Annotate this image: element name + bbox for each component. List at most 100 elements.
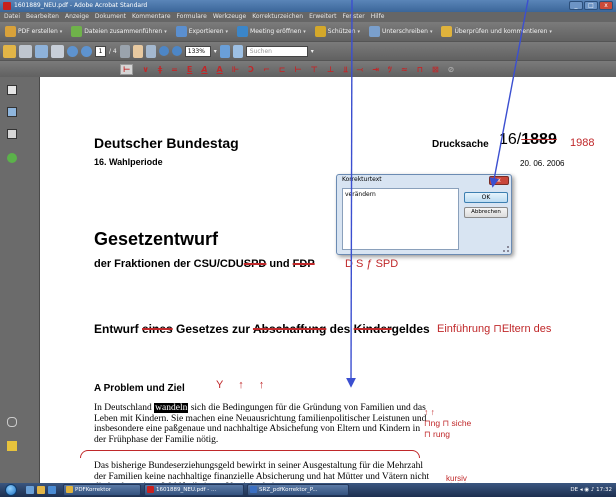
- proof-mark-hyphen[interactable]: =: [171, 65, 178, 74]
- proof-mark-transpose[interactable]: Ↄ: [248, 65, 254, 74]
- chevron-down-icon: ▾: [59, 28, 63, 35]
- previous-page-icon[interactable]: [67, 45, 78, 57]
- open-folder-icon[interactable]: [3, 44, 16, 58]
- page-number-input[interactable]: 1: [95, 45, 106, 57]
- proof-mark-join[interactable]: ⌐: [263, 65, 270, 74]
- proof-mark-move-left[interactable]: ⤙: [357, 65, 363, 75]
- dialog-close-button[interactable]: x: [489, 176, 509, 185]
- paragraph-2: Das bisherige Bundeserziehungsgeld bewir…: [94, 461, 430, 483]
- entwurf-line: Entwurf eines Gesetzes zur Abschaffung d…: [94, 322, 430, 336]
- lock-icon: [314, 26, 326, 37]
- protect-button[interactable]: Schützen ▾: [313, 24, 362, 39]
- paperclip-icon[interactable]: [7, 417, 17, 427]
- menu-fenster[interactable]: Fenster: [342, 12, 364, 22]
- menu-werkzeuge[interactable]: Werkzeuge: [213, 12, 246, 22]
- correction-drucksache: 1988: [570, 137, 595, 149]
- proof-mark-italic[interactable]: A: [201, 65, 207, 74]
- zoom-out-icon[interactable]: [158, 46, 169, 56]
- explorer-icon[interactable]: [37, 486, 45, 494]
- proof-mark-underline[interactable]: A: [217, 65, 223, 74]
- proof-mark-sort[interactable]: ﾂ: [388, 64, 392, 75]
- desktop-icon[interactable]: [26, 486, 34, 494]
- menu-hilfe[interactable]: Hilfe: [371, 12, 385, 22]
- election-period: 16. Wahlperiode: [94, 157, 163, 167]
- start-button[interactable]: [0, 483, 22, 497]
- email-icon[interactable]: [51, 44, 64, 58]
- proof-mark-align[interactable]: ⫫: [343, 65, 348, 75]
- menu-datei[interactable]: Datei: [4, 12, 20, 22]
- menu-kommentare[interactable]: Kommentare: [132, 12, 171, 22]
- pages-icon[interactable]: [7, 85, 17, 95]
- resize-grip[interactable]: [503, 246, 509, 252]
- fraktionen-prefix: der Fraktionen der CSU/CDU: [94, 258, 244, 270]
- export-button[interactable]: Exportieren ▾: [174, 24, 230, 39]
- taskbar-item-label: PDFKorrektor: [75, 487, 112, 493]
- chevron-down-icon[interactable]: ▾: [311, 48, 314, 55]
- signatures-icon[interactable]: [7, 129, 17, 139]
- search-input[interactable]: Suchen: [245, 45, 308, 57]
- proof-mark-delete[interactable]: ⊢: [120, 64, 134, 75]
- correction-text-input[interactable]: verändern: [342, 188, 459, 250]
- fit-width-icon[interactable]: [232, 44, 243, 58]
- taskbar-item-acrobat[interactable]: 1601889_NEU.pdf - ...: [144, 484, 244, 496]
- proof-mark-paragraph[interactable]: ⊩: [232, 65, 239, 74]
- windows-orb-icon: [5, 484, 17, 496]
- meeting-button[interactable]: Meeting eröffnen ▾: [235, 24, 308, 39]
- close-button[interactable]: x: [599, 1, 613, 10]
- taskbar-item-srz[interactable]: SRZ_pdfKorrektor_P...: [247, 484, 349, 496]
- meeting-label: Meeting eröffnen: [250, 28, 302, 35]
- zoom-level-input[interactable]: 133%: [184, 45, 211, 57]
- proof-mark-lower[interactable]: ⊥: [327, 65, 334, 74]
- menu-anzeige[interactable]: Anzeige: [65, 12, 89, 22]
- review-button[interactable]: Überprüfen und kommentieren ▾: [439, 24, 553, 39]
- create-pdf-button[interactable]: PDF erstellen ▾: [3, 24, 64, 39]
- proof-mark-move-right[interactable]: ⇥: [372, 65, 379, 74]
- proof-mark-outdent[interactable]: ⊢: [294, 65, 301, 74]
- attachments-icon[interactable]: [7, 107, 17, 117]
- chevron-down-icon[interactable]: ▾: [214, 48, 217, 55]
- save-icon[interactable]: [35, 44, 48, 58]
- pen-icon: [369, 26, 381, 37]
- next-page-icon[interactable]: [81, 45, 92, 57]
- layers-icon[interactable]: [7, 153, 17, 163]
- select-text-icon[interactable]: [119, 44, 130, 58]
- correction-text-dialog: Korrekturtext x verändern OK Abbrechen: [336, 174, 512, 255]
- proof-mark-bold[interactable]: E: [187, 65, 192, 74]
- taskbar-item-label: SRZ_pdfKorrektor_P...: [259, 487, 318, 493]
- menu-korrekturzeichen[interactable]: Korrekturzeichen: [252, 12, 303, 22]
- drucksache-label: Drucksache: [432, 139, 489, 150]
- maximize-button[interactable]: □: [584, 1, 598, 10]
- marquee-zoom-icon[interactable]: [145, 44, 156, 58]
- comment-icon[interactable]: [7, 441, 17, 451]
- proof-mark-new-line[interactable]: ⊓: [417, 65, 423, 74]
- proof-mark-swap[interactable]: ≈: [401, 65, 408, 74]
- minimize-button[interactable]: _: [569, 1, 583, 10]
- selected-word[interactable]: wandeln: [154, 403, 189, 413]
- proof-mark-spacing[interactable]: ǂ: [158, 65, 162, 74]
- hand-tool-icon[interactable]: [132, 44, 143, 58]
- menu-formulare[interactable]: Formulare: [177, 12, 207, 22]
- ok-button[interactable]: OK: [464, 192, 508, 203]
- cancel-button[interactable]: Abbrechen: [464, 207, 508, 218]
- combine-files-button[interactable]: Dateien zusammenführen ▾: [69, 24, 168, 39]
- taskbar-item-pdfkorrektor[interactable]: PDFKorrektor: [63, 484, 141, 496]
- fraktionen-struck-spd: SPD: [243, 258, 267, 270]
- proof-mark-raise[interactable]: ⊤: [311, 65, 318, 74]
- taskbar-item-label: 1601889_NEU.pdf - ...: [156, 487, 217, 493]
- window-controls: _ □ x: [569, 1, 613, 10]
- print-icon[interactable]: [19, 44, 32, 58]
- fit-page-icon[interactable]: [219, 44, 230, 58]
- menu-erweitert[interactable]: Erweitert: [309, 12, 336, 22]
- zoom-in-icon[interactable]: [171, 46, 182, 56]
- proof-mark-remove[interactable]: ⊠: [432, 65, 439, 74]
- proof-mark-indent[interactable]: ⊏: [279, 65, 286, 74]
- tray-status[interactable]: DE ◂ ◉ ♪ 17:32: [570, 487, 612, 493]
- proof-mark-insert[interactable]: ∨: [142, 65, 149, 74]
- sign-button[interactable]: Unterschreiben ▾: [367, 24, 434, 39]
- entwurf-struck-eines: eines: [142, 322, 173, 336]
- menu-dokument[interactable]: Dokument: [95, 12, 126, 22]
- entwurf-struck-abschaffung: Abschaffung: [252, 322, 327, 336]
- document-title: Gesetzentwurf: [94, 229, 219, 249]
- menu-bearbeiten[interactable]: Bearbeiten: [26, 12, 59, 22]
- browser-icon[interactable]: [48, 486, 56, 494]
